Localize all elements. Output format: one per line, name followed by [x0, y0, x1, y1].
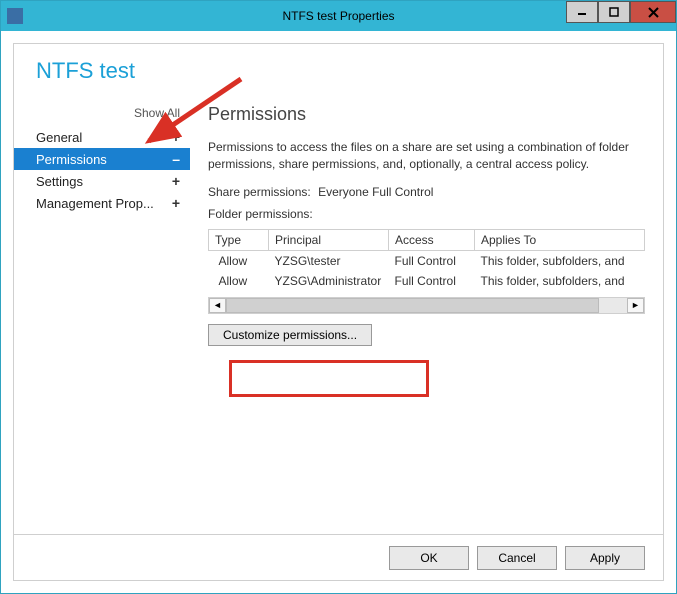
permissions-table: Type Principal Access Applies To Allow Y… — [208, 229, 645, 314]
inner-panel: NTFS test Show All General + Permissions… — [13, 43, 664, 581]
scroll-left-icon[interactable]: ◄ — [209, 298, 226, 313]
titlebar[interactable]: NTFS test Properties — [1, 1, 676, 31]
sidebar-item-management-prop[interactable]: Management Prop... + — [14, 192, 190, 214]
sidebar-item-label: Settings — [36, 174, 83, 189]
sidebar-item-general[interactable]: General + — [14, 126, 190, 148]
scroll-track[interactable] — [226, 298, 627, 313]
cell-applies: This folder, subfolders, and — [475, 271, 645, 291]
share-permissions-value: Everyone Full Control — [318, 185, 433, 199]
expand-icon: + — [172, 195, 180, 211]
section-description: Permissions to access the files on a sha… — [208, 139, 645, 173]
page-title: NTFS test — [14, 44, 663, 84]
sidebar-item-settings[interactable]: Settings + — [14, 170, 190, 192]
cell-applies: This folder, subfolders, and — [475, 250, 645, 271]
ok-button[interactable]: OK — [389, 546, 469, 570]
scroll-right-icon[interactable]: ► — [627, 298, 644, 313]
col-type[interactable]: Type — [209, 229, 269, 250]
expand-icon: + — [172, 129, 180, 145]
close-button[interactable] — [630, 1, 676, 23]
minimize-button[interactable] — [566, 1, 598, 23]
table-row[interactable]: Allow YZSG\Administrator Full Control Th… — [209, 271, 645, 291]
show-all-link[interactable]: Show All — [14, 104, 190, 126]
table-row[interactable]: Allow YZSG\tester Full Control This fold… — [209, 250, 645, 271]
main-panel: Permissions Permissions to access the fi… — [190, 100, 663, 532]
sidebar-item-label: Management Prop... — [36, 196, 154, 211]
col-principal[interactable]: Principal — [269, 229, 389, 250]
horizontal-scrollbar[interactable]: ◄ ► — [208, 297, 645, 314]
dialog-footer: OK Cancel Apply — [14, 534, 663, 580]
app-icon — [7, 8, 23, 24]
cell-type: Allow — [209, 271, 269, 291]
section-title: Permissions — [208, 104, 645, 125]
expand-icon: + — [172, 173, 180, 189]
cell-principal: YZSG\tester — [269, 250, 389, 271]
scroll-thumb[interactable] — [226, 298, 599, 313]
table-header-row: Type Principal Access Applies To — [209, 229, 645, 250]
cancel-button[interactable]: Cancel — [477, 546, 557, 570]
cell-access: Full Control — [389, 271, 475, 291]
content-area: NTFS test Show All General + Permissions… — [1, 31, 676, 593]
apply-button[interactable]: Apply — [565, 546, 645, 570]
share-permissions-line: Share permissions: Everyone Full Control — [208, 185, 645, 199]
cell-type: Allow — [209, 250, 269, 271]
col-applies-to[interactable]: Applies To — [475, 229, 645, 250]
cell-access: Full Control — [389, 250, 475, 271]
maximize-button[interactable] — [598, 1, 630, 23]
sidebar: Show All General + Permissions – Setting… — [14, 100, 190, 532]
sidebar-item-label: General — [36, 130, 82, 145]
col-access[interactable]: Access — [389, 229, 475, 250]
sidebar-item-label: Permissions — [36, 152, 107, 167]
cell-principal: YZSG\Administrator — [269, 271, 389, 291]
share-permissions-label: Share permissions: — [208, 185, 311, 199]
window-controls — [566, 1, 676, 23]
folder-permissions-label: Folder permissions: — [208, 207, 645, 221]
collapse-icon: – — [172, 151, 180, 167]
customize-permissions-button[interactable]: Customize permissions... — [208, 324, 372, 346]
sidebar-item-permissions[interactable]: Permissions – — [14, 148, 190, 170]
properties-window: NTFS test Properties NTFS test Show All … — [0, 0, 677, 594]
